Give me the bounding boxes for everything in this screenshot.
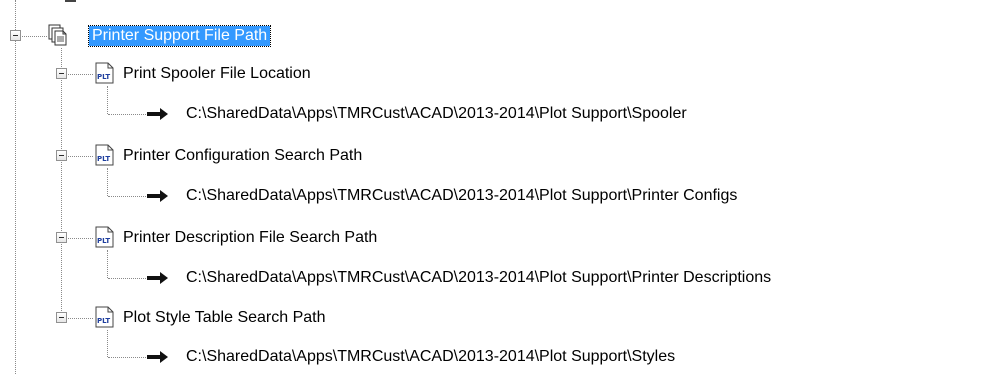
plt-file-icon: PLT (95, 306, 114, 328)
arrow-right-icon (147, 351, 168, 363)
node-1-label[interactable]: Print Spooler File Location (123, 64, 311, 84)
plt-file-icon: PLT (95, 144, 114, 166)
plt-icon-text: PLT (97, 155, 110, 163)
node-2-child-line (107, 168, 108, 196)
node-2-connector (68, 156, 93, 157)
node-4-child-line (107, 330, 108, 357)
node-4-path-connector (108, 357, 148, 358)
tree-top-tick (65, 0, 76, 2)
tree-trunk-line (15, 0, 16, 374)
file-path-tree: Printer Support File Path PLT Print Spoo… (0, 0, 985, 374)
arrow-right-icon (147, 272, 168, 284)
arrow-right-icon (147, 108, 168, 120)
root-collapse-toggle[interactable] (10, 30, 21, 41)
node-4-label[interactable]: Plot Style Table Search Path (123, 308, 326, 328)
node-3-child-line (107, 250, 108, 278)
node-2-collapse-toggle[interactable] (56, 150, 67, 161)
root-node-label[interactable]: Printer Support File Path (87, 25, 272, 47)
node-1-path-value[interactable]: C:\SharedData\Apps\TMRCust\ACAD\2013-201… (186, 104, 687, 124)
node-2-path-connector (108, 196, 148, 197)
node-4-path-value[interactable]: C:\SharedData\Apps\TMRCust\ACAD\2013-201… (186, 347, 675, 367)
node-4-collapse-toggle[interactable] (56, 312, 67, 323)
node-4-connector (68, 318, 93, 319)
plt-icon-text: PLT (97, 237, 110, 245)
node-3-collapse-toggle[interactable] (56, 232, 67, 243)
node-1-child-line (107, 86, 108, 114)
node-2-label[interactable]: Printer Configuration Search Path (123, 146, 362, 166)
stacked-documents-icon (48, 24, 67, 46)
node-3-path-connector (108, 278, 148, 279)
plt-icon-text: PLT (97, 73, 110, 81)
plt-file-icon: PLT (95, 62, 114, 84)
node-3-connector (68, 238, 93, 239)
node-3-path-value[interactable]: C:\SharedData\Apps\TMRCust\ACAD\2013-201… (186, 268, 771, 288)
node-2-path-value[interactable]: C:\SharedData\Apps\TMRCust\ACAD\2013-201… (186, 186, 737, 206)
arrow-right-icon (147, 190, 168, 202)
node-3-label[interactable]: Printer Description File Search Path (123, 228, 377, 248)
root-connector (22, 36, 47, 37)
node-1-connector (68, 74, 93, 75)
plt-file-icon: PLT (95, 226, 114, 248)
node-1-path-connector (108, 114, 148, 115)
node-1-collapse-toggle[interactable] (56, 68, 67, 79)
plt-icon-text: PLT (97, 317, 110, 325)
children-trunk-line (61, 48, 62, 317)
